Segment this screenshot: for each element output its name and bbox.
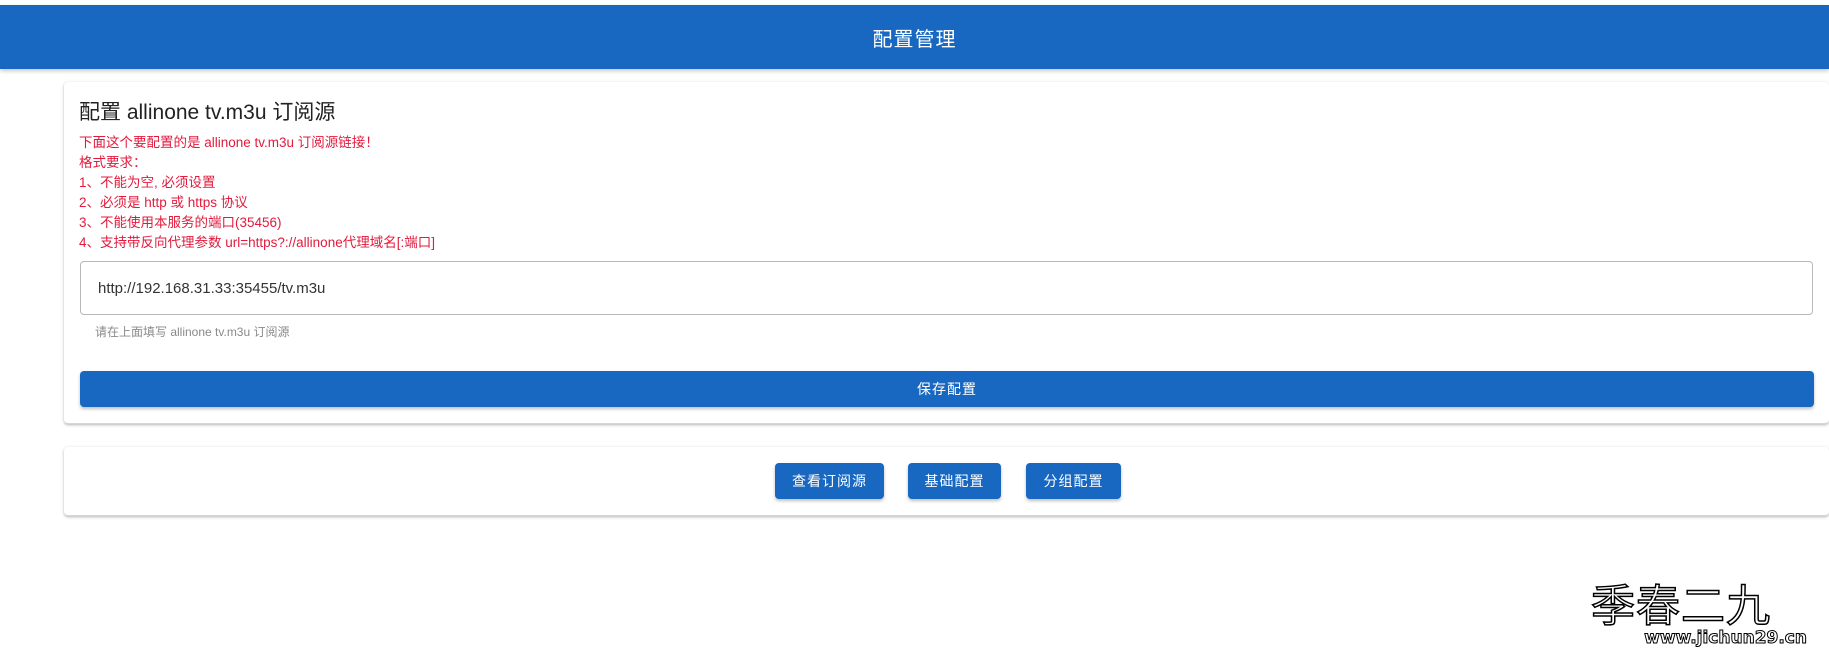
watermark-name: 季春二九: [1590, 581, 1771, 632]
view-subscription-button[interactable]: 查看订阅源: [775, 463, 884, 499]
save-config-button[interactable]: 保存配置: [80, 371, 1814, 407]
subscription-url-input[interactable]: [96, 278, 1812, 298]
input-hint: 请在上面填写 allinone tv.m3u 订阅源: [95, 325, 290, 339]
app-bar: 配置管理: [0, 5, 1829, 69]
basic-config-button[interactable]: 基础配置: [908, 463, 1001, 499]
note-line: 格式要求：: [79, 155, 147, 170]
config-card: 配置 allinone tv.m3u 订阅源 下面这个要配置的是 allinon…: [64, 82, 1829, 424]
subscription-url-field[interactable]: [80, 261, 1813, 315]
note-line: 2、必须是 http 或 https 协议: [79, 195, 248, 210]
config-card-title: 配置 allinone tv.m3u 订阅源: [79, 101, 336, 124]
note-line: 下面这个要配置的是 allinone tv.m3u 订阅源链接！: [79, 135, 379, 150]
format-requirements: 下面这个要配置的是 allinone tv.m3u 订阅源链接！ 格式要求： 1…: [79, 133, 435, 253]
note-line: 3、不能使用本服务的端口(35456): [79, 215, 282, 230]
group-config-button[interactable]: 分组配置: [1026, 463, 1121, 499]
watermark-url: www.jichun29.cn: [1644, 628, 1808, 649]
watermark: 季春二九 www.jichun29.cn: [1590, 582, 1808, 655]
note-line: 1、不能为空, 必须设置: [79, 175, 216, 190]
note-line: 4、支持带反向代理参数 url=https?://allinone代理域名[:端…: [79, 235, 435, 250]
nav-card: 查看订阅源 基础配置 分组配置: [64, 447, 1829, 516]
page-title: 配置管理: [872, 28, 957, 51]
